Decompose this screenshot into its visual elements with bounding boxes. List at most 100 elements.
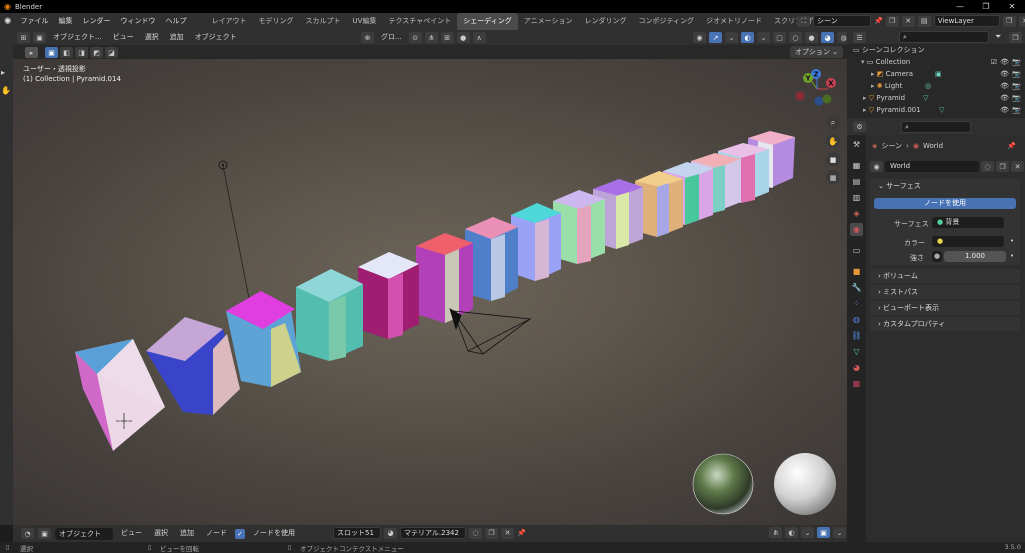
- snap-settings-icon[interactable]: ⊞: [440, 32, 454, 43]
- menu-select[interactable]: 選択: [150, 526, 172, 541]
- transform-orientation-dropdown[interactable]: グロ...: [377, 32, 406, 43]
- backdrop-icon[interactable]: ▣: [817, 527, 830, 538]
- material-field[interactable]: マテリアル.2342: [400, 527, 466, 539]
- menu-window[interactable]: ウィンドウ: [116, 13, 161, 30]
- gizmo-dropdown-icon[interactable]: ⌄: [725, 32, 738, 43]
- visibility-icon[interactable]: 👁: [1000, 105, 1009, 116]
- tool-tab-icon[interactable]: ⚒: [850, 138, 863, 151]
- render-camera-icon[interactable]: 📷: [1012, 105, 1021, 116]
- select-extend-icon[interactable]: ◧: [60, 47, 73, 58]
- overlay-toggle-icon[interactable]: ◐: [741, 32, 754, 43]
- menu-file[interactable]: ファイル: [16, 13, 54, 30]
- use-nodes-button[interactable]: ノードを使用: [874, 198, 1016, 209]
- new-collection-icon[interactable]: ❐: [1009, 32, 1022, 43]
- fake-user-icon[interactable]: ◌: [469, 527, 482, 539]
- strength-field[interactable]: 1.000: [944, 251, 1006, 262]
- world-tab-icon[interactable]: ◉: [850, 223, 863, 236]
- view-layer-tab-icon[interactable]: ▥: [850, 191, 863, 204]
- collection-tab-icon[interactable]: ▭: [850, 244, 863, 257]
- scene-icon[interactable]: ⛶: [797, 15, 810, 27]
- xray-icon[interactable]: ▢: [773, 32, 786, 43]
- material-preview-shading-icon[interactable]: ◕: [821, 32, 834, 43]
- pivot-icon[interactable]: ⊙: [408, 32, 422, 43]
- menu-add[interactable]: 追加: [176, 526, 198, 541]
- world-name-field[interactable]: World: [885, 161, 979, 172]
- outliner-row-pyramid-001[interactable]: ▸ ▽ Pyramid.001 ▽ 👁 📷: [847, 105, 1025, 116]
- overlay-icon[interactable]: ◐: [785, 527, 798, 538]
- expand-icon[interactable]: ▾: [861, 58, 865, 66]
- select-intersect-icon[interactable]: ◪: [105, 47, 118, 58]
- backdrop-dropdown-icon[interactable]: ⌄: [833, 527, 846, 538]
- wireframe-shading-icon[interactable]: ○: [789, 32, 802, 43]
- properties-search-input[interactable]: ⌕: [901, 121, 971, 133]
- select-tool-icon[interactable]: ▸: [25, 47, 38, 58]
- keyframe-dot-icon[interactable]: •: [1010, 252, 1014, 260]
- render-camera-icon[interactable]: 📷: [1012, 57, 1021, 68]
- particles-tab-icon[interactable]: ⁘: [850, 297, 863, 310]
- object-tab-icon[interactable]: ■: [850, 265, 863, 278]
- world-browse-icon[interactable]: ◉: [870, 161, 883, 172]
- new-viewlayer-icon[interactable]: ❐: [1002, 15, 1016, 27]
- tab-rendering[interactable]: レンダリング: [578, 13, 632, 30]
- new-world-icon[interactable]: ❐: [996, 161, 1009, 172]
- pin-icon[interactable]: 📌: [874, 17, 883, 25]
- data-tab-icon[interactable]: ▽: [850, 345, 863, 358]
- render-camera-icon[interactable]: 📷: [1012, 93, 1021, 104]
- outliner-row-camera[interactable]: ▸ ◩ Camera ▣ 👁 📷: [847, 69, 1025, 80]
- output-tab-icon[interactable]: ▤: [850, 175, 863, 188]
- fake-user-icon[interactable]: ◌: [981, 161, 994, 172]
- close-icon[interactable]: ✕: [999, 0, 1025, 13]
- expand-icon[interactable]: ▸: [863, 106, 867, 114]
- material-browse-icon[interactable]: ◕: [384, 527, 397, 539]
- new-material-icon[interactable]: ❐: [485, 527, 498, 539]
- solid-shading-icon[interactable]: ●: [805, 32, 818, 43]
- scene-tab-icon[interactable]: ◈: [850, 207, 863, 220]
- tab-geometry-nodes[interactable]: ジオメトリノード: [700, 13, 768, 30]
- menu-node[interactable]: ノード: [202, 526, 231, 541]
- physics-tab-icon[interactable]: ◍: [850, 313, 863, 326]
- tab-uv-editing[interactable]: UV編集: [347, 13, 383, 30]
- expand-icon[interactable]: ▸: [863, 94, 867, 102]
- color-field[interactable]: ●: [932, 236, 1004, 247]
- menu-edit[interactable]: 編集: [54, 13, 78, 30]
- tab-layout[interactable]: レイアウト: [206, 13, 253, 30]
- outliner-root[interactable]: ▭ シーンコレクション: [847, 45, 1025, 56]
- overlay-dropdown-icon[interactable]: ⌄: [801, 527, 814, 538]
- select-invert-icon[interactable]: ◩: [90, 47, 103, 58]
- menu-add[interactable]: 追加: [166, 30, 188, 45]
- surface-shader-field[interactable]: ● 背景: [932, 217, 1004, 228]
- outliner-search-input[interactable]: ⌕: [899, 31, 989, 43]
- tab-sculpt[interactable]: スカルプト: [300, 13, 347, 30]
- filter-icon[interactable]: ⏷: [995, 32, 1001, 42]
- falloff-icon[interactable]: ∧: [472, 32, 486, 43]
- shader-mode-dropdown[interactable]: オブジェクト: [55, 527, 113, 540]
- properties-editor-icon[interactable]: ⚙: [853, 121, 866, 132]
- viewport-display-panel[interactable]: › ビューポート表示: [870, 301, 1020, 315]
- menu-object[interactable]: オブジェクト: [191, 30, 241, 45]
- use-nodes-checkbox[interactable]: ✓: [235, 528, 245, 539]
- pin-icon[interactable]: 📌: [517, 529, 526, 537]
- visibility-icon[interactable]: ◉: [693, 32, 706, 43]
- keyframe-dot-icon[interactable]: •: [1010, 237, 1014, 245]
- unlink-material-icon[interactable]: ✕: [501, 527, 514, 539]
- menu-help[interactable]: ヘルプ: [161, 13, 192, 30]
- hand-icon[interactable]: ✋: [1, 86, 11, 95]
- checkbox-icon[interactable]: ☑: [991, 57, 997, 68]
- options-dropdown[interactable]: オプション ⌄: [789, 46, 843, 58]
- select-new-icon[interactable]: ▣: [45, 47, 58, 58]
- outliner-row-pyramid[interactable]: ▸ ▽ Pyramid ▽ 👁 📷: [847, 93, 1025, 104]
- menu-view[interactable]: ビュー: [109, 30, 138, 45]
- blender-menu-icon[interactable]: ✺: [4, 17, 16, 27]
- object-mode-dropdown[interactable]: オブジェクト...: [49, 30, 106, 45]
- menu-view[interactable]: ビュー: [117, 526, 146, 541]
- delete-scene-icon[interactable]: ✕: [901, 15, 915, 27]
- maximize-icon[interactable]: ❐: [973, 0, 999, 13]
- slot-dropdown[interactable]: スロット51: [333, 527, 381, 539]
- pin-icon[interactable]: 📌: [1007, 142, 1016, 150]
- surface-panel-header[interactable]: ⌄ サーフェス: [870, 179, 1020, 193]
- snap-icon[interactable]: ⋔: [424, 32, 438, 43]
- render-camera-icon[interactable]: 📷: [1012, 69, 1021, 80]
- tab-shading[interactable]: シェーディング: [457, 13, 518, 30]
- visibility-icon[interactable]: 👁: [1000, 93, 1009, 104]
- visibility-icon[interactable]: 👁: [1000, 69, 1009, 80]
